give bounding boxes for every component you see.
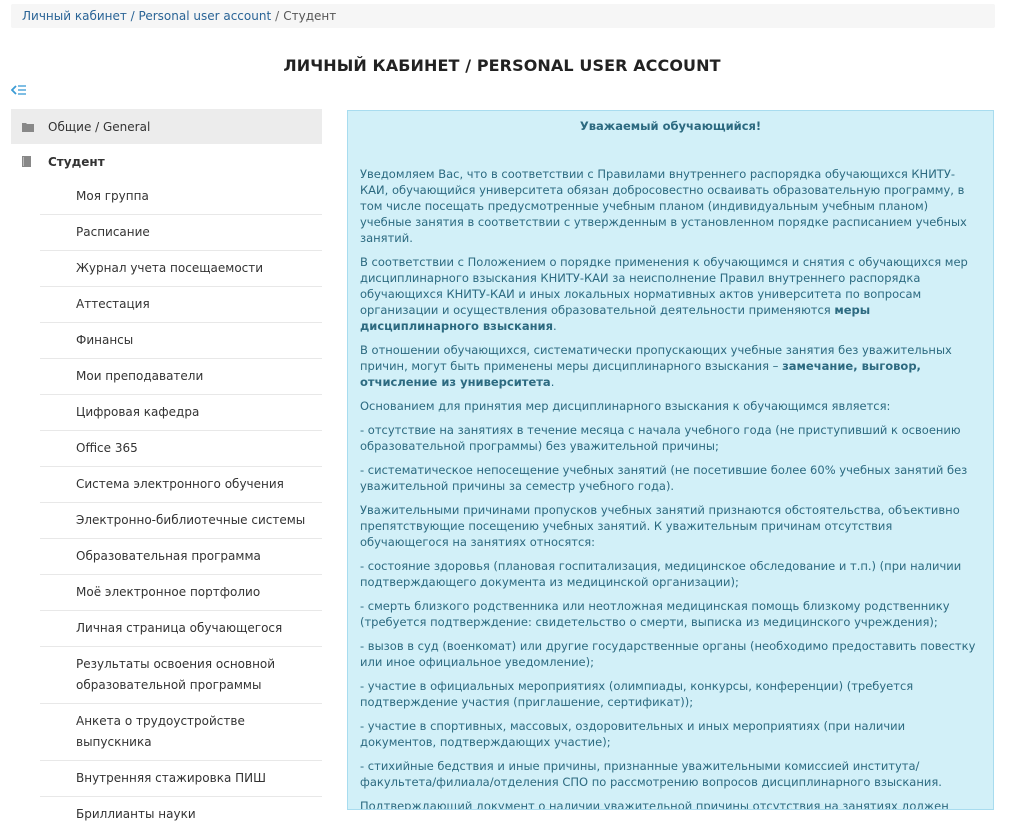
sidebar-item-finance[interactable]: Финансы — [40, 323, 322, 359]
folder-icon — [22, 122, 36, 132]
page-title: ЛИЧНЫЙ КАБИНЕТ / PERSONAL USER ACCOUNT — [283, 56, 721, 75]
notice-panel: Уважаемый обучающийся! Уведомляем Вас, ч… — [347, 110, 994, 810]
notice-paragraph: - систематическое непосещение учебных за… — [360, 463, 968, 493]
notice-paragraph: - стихийные бедствия и иные причины, при… — [360, 759, 942, 789]
notice-paragraph: - участие в спортивных, массовых, оздоро… — [360, 719, 906, 749]
sidebar-item-attendance[interactable]: Журнал учета посещаемости — [40, 251, 322, 287]
notice-paragraph: В соответствии с Положением о порядке пр… — [360, 255, 968, 333]
sidebar-item-employment-survey[interactable]: Анкета о трудоустройстве выпускника — [40, 704, 322, 761]
notice-paragraph: В отношении обучающихся, систематически … — [360, 343, 952, 389]
notice-title: Уважаемый обучающийся! — [579, 119, 762, 133]
notice-paragraph: Уведомляем Вас, что в соответствии с Пра… — [360, 167, 967, 245]
sidebar-item-elearning[interactable]: Система электронного обучения — [40, 467, 322, 503]
breadcrumb-current: Студент — [283, 9, 337, 23]
sidebar-item-edu-program[interactable]: Образовательная программа — [40, 539, 322, 575]
sidebar-item-label: Общие / General — [48, 119, 151, 134]
notice-paragraph: - вызов в суд (военкомат) или другие гос… — [360, 639, 976, 669]
breadcrumb: Личный кабинет / Personal user account / С… — [11, 4, 995, 28]
notice-paragraph: Уважительными причинами пропусков учебны… — [360, 503, 960, 549]
sidebar: Общие / General Студент Моя группа Распи… — [11, 109, 322, 832]
sidebar-item-internship[interactable]: Внутренняя стажировка ПИШ — [40, 761, 322, 797]
breadcrumb-link-home[interactable]: Личный кабинет / Personal user account — [22, 9, 271, 23]
sidebar-item-my-group[interactable]: Моя группа — [40, 179, 322, 215]
sidebar-item-science-diamonds[interactable]: Бриллианты науки — [40, 797, 322, 832]
sidebar-item-schedule[interactable]: Расписание — [40, 215, 322, 251]
notice-paragraph: Подтверждающий документ о наличии уважит… — [360, 799, 949, 810]
sidebar-item-student[interactable]: Студент — [11, 144, 322, 179]
notice-paragraph: Основанием для принятия мер дисциплинарн… — [360, 399, 891, 413]
breadcrumb-separator: / — [275, 9, 280, 23]
notice-paragraph: - отсутствие на занятиях в течение месяц… — [360, 423, 961, 453]
sidebar-item-program-results[interactable]: Результаты освоения основной образовател… — [40, 647, 322, 704]
collapse-menu-icon[interactable] — [11, 84, 27, 98]
sidebar-item-personal-page[interactable]: Личная страница обучающегося — [40, 611, 322, 647]
sidebar-item-label: Студент — [48, 154, 105, 169]
sidebar-item-attestation[interactable]: Аттестация — [40, 287, 322, 323]
notice-paragraph: - участие в официальных мероприятиях (ол… — [360, 679, 914, 709]
sidebar-item-office365[interactable]: Office 365 — [40, 431, 322, 467]
sidebar-item-portfolio[interactable]: Моё электронное портфолио — [40, 575, 322, 611]
sidebar-item-general[interactable]: Общие / General — [11, 109, 322, 144]
sidebar-item-library-systems[interactable]: Электронно-библиотечные системы — [40, 503, 322, 539]
sidebar-item-teachers[interactable]: Мои преподаватели — [40, 359, 322, 395]
notice-paragraph: - смерть близкого родственника или неотл… — [360, 599, 950, 629]
sidebar-item-digital-department[interactable]: Цифровая кафедра — [40, 395, 322, 431]
notice-paragraph: - состояние здоровья (плановая госпитали… — [360, 559, 962, 589]
book-icon — [22, 156, 36, 167]
